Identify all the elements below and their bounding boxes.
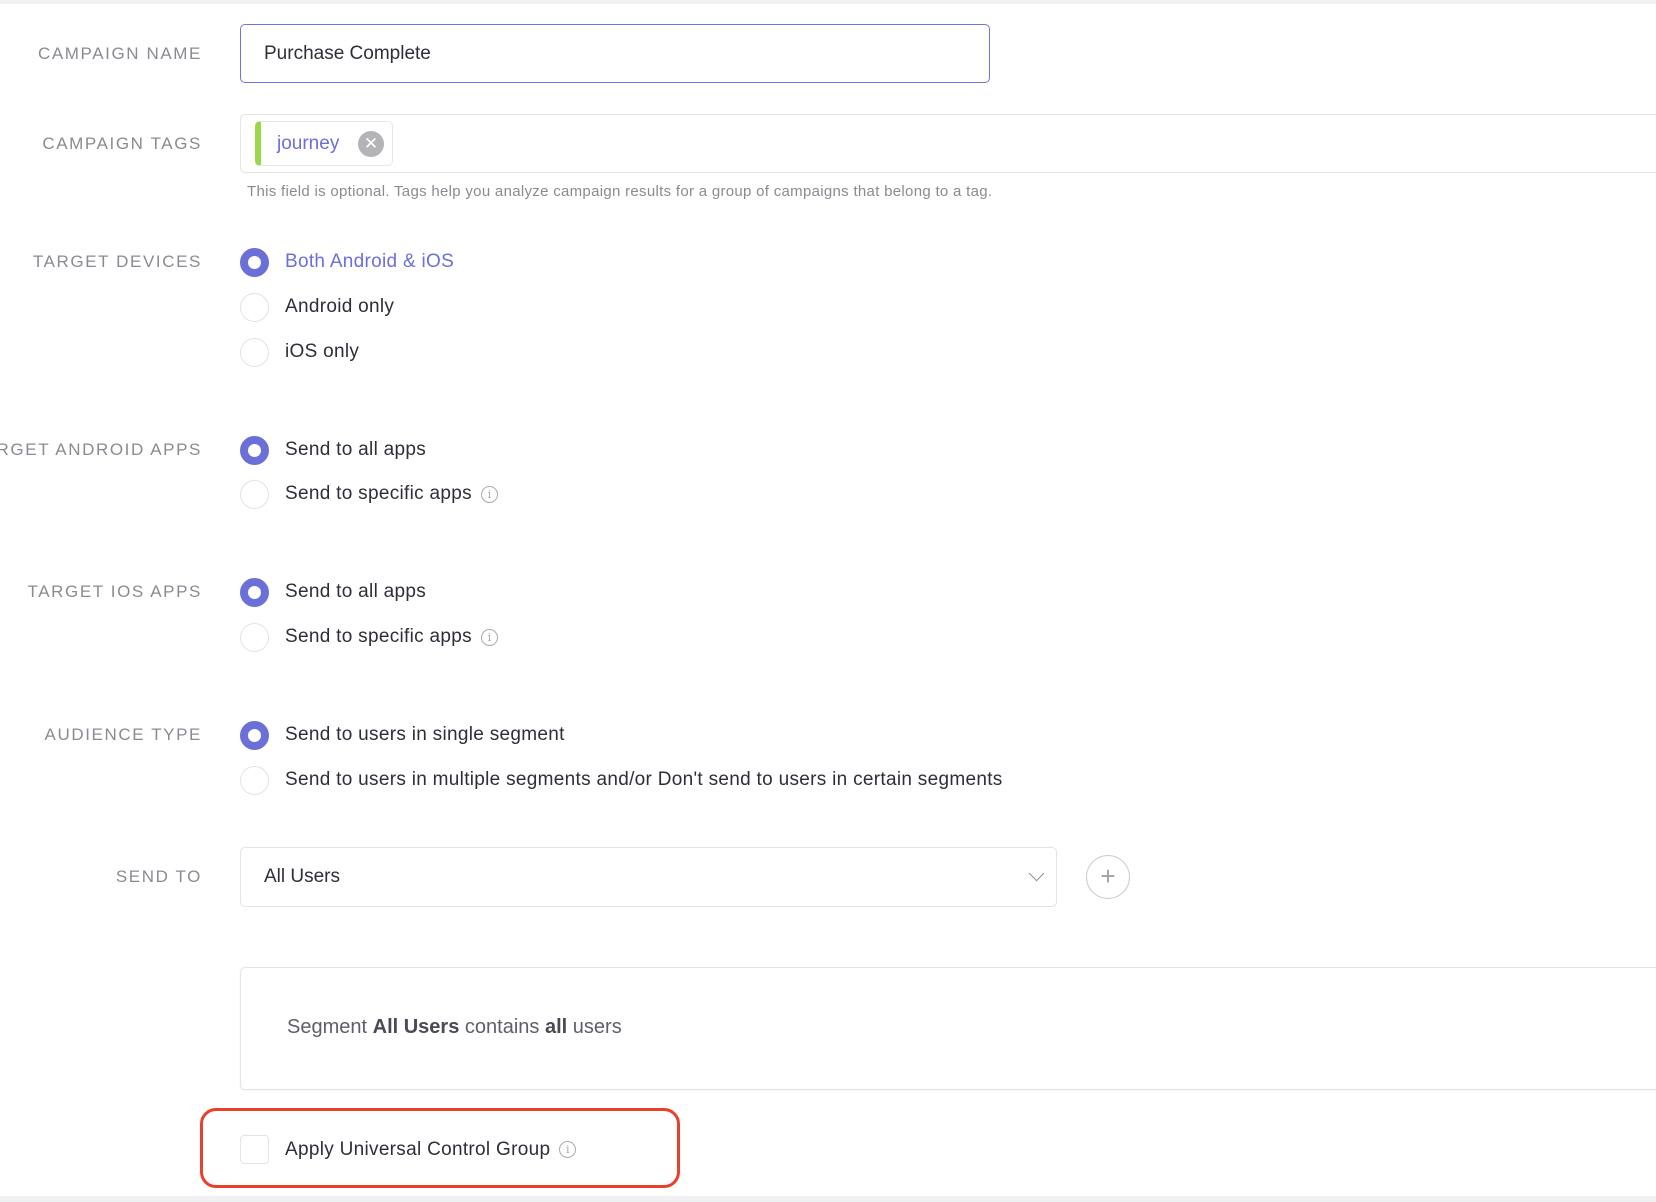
segment-summary-text: Segment All Users contains all users (287, 1016, 622, 1038)
radio-circle[interactable] (240, 720, 269, 750)
radio-android-specific-apps[interactable]: Send to specific apps i (240, 478, 498, 510)
radio-label: Android only (285, 296, 395, 317)
ucg-label: Apply Universal Control Group (285, 1138, 551, 1160)
audience-type-label: AUDIENCE TYPE (44, 725, 202, 744)
add-segment-button[interactable]: + (1086, 855, 1130, 899)
info-icon[interactable]: i (480, 628, 498, 646)
segment-summary-box: Segment All Users contains all users (240, 967, 1656, 1090)
tag-text: journey (277, 133, 340, 154)
radio-label: Send to all apps (285, 439, 427, 460)
send-to-select[interactable]: All Users (240, 847, 1057, 907)
info-icon[interactable]: i (480, 485, 498, 503)
radio-ios-only[interactable]: iOS only (240, 336, 359, 368)
radio-circle[interactable] (240, 622, 269, 652)
radio-both-android-ios[interactable]: Both Android & iOS (240, 246, 454, 278)
radio-android-all-apps[interactable]: Send to all apps (240, 434, 426, 466)
radio-android-only[interactable]: Android only (240, 291, 394, 323)
radio-ios-specific-apps[interactable]: Send to specific apps i (240, 621, 498, 653)
remove-tag-icon[interactable]: ✕ (358, 131, 384, 157)
radio-label: Send to users in multiple segments and/o… (285, 769, 1003, 790)
radio-label: Send to users in single segment (285, 724, 565, 745)
chevron-down-icon (1028, 865, 1045, 882)
radio-circle[interactable] (240, 479, 269, 509)
send-to-label: SEND TO (115, 867, 202, 886)
bottom-divider (0, 1196, 1656, 1202)
campaign-name-input[interactable]: Purchase Complete (240, 24, 990, 83)
radio-label: Send to all apps (285, 581, 427, 602)
radio-circle[interactable] (240, 765, 269, 795)
radio-circle[interactable] (240, 247, 269, 277)
radio-multiple-segments[interactable]: Send to users in multiple segments and/o… (240, 764, 1003, 796)
campaign-name-value: Purchase Complete (264, 42, 431, 64)
radio-circle[interactable] (240, 292, 269, 322)
radio-circle[interactable] (240, 337, 269, 367)
tag-chip: journey ✕ (255, 121, 393, 166)
target-ios-apps-label: TARGET IOS APPS (27, 582, 202, 601)
send-to-value: All Users (264, 866, 341, 887)
radio-single-segment[interactable]: Send to users in single segment (240, 719, 565, 751)
info-icon[interactable]: i (559, 1141, 577, 1158)
ucg-checkbox[interactable] (240, 1135, 269, 1164)
tags-help-text: This field is optional. Tags help you an… (247, 183, 993, 200)
campaign-tags-label: CAMPAIGN TAGS (42, 134, 202, 153)
radio-circle[interactable] (240, 577, 269, 607)
target-android-apps-label: TARGET ANDROID APPS (0, 440, 202, 459)
radio-label: Send to specific apps (285, 483, 472, 504)
campaign-tags-input[interactable]: journey ✕ (240, 114, 1656, 173)
ucg-checkbox-row[interactable]: Apply Universal Control Group i (240, 1135, 577, 1164)
top-divider (0, 0, 1656, 4)
radio-label: Send to specific apps (285, 626, 472, 647)
radio-label: Both Android & iOS (285, 251, 455, 272)
radio-ios-all-apps[interactable]: Send to all apps (240, 576, 426, 608)
target-devices-label: TARGET DEVICES (32, 252, 202, 271)
campaign-name-label: CAMPAIGN NAME (37, 44, 202, 63)
radio-circle[interactable] (240, 435, 269, 465)
radio-label: iOS only (285, 341, 360, 362)
